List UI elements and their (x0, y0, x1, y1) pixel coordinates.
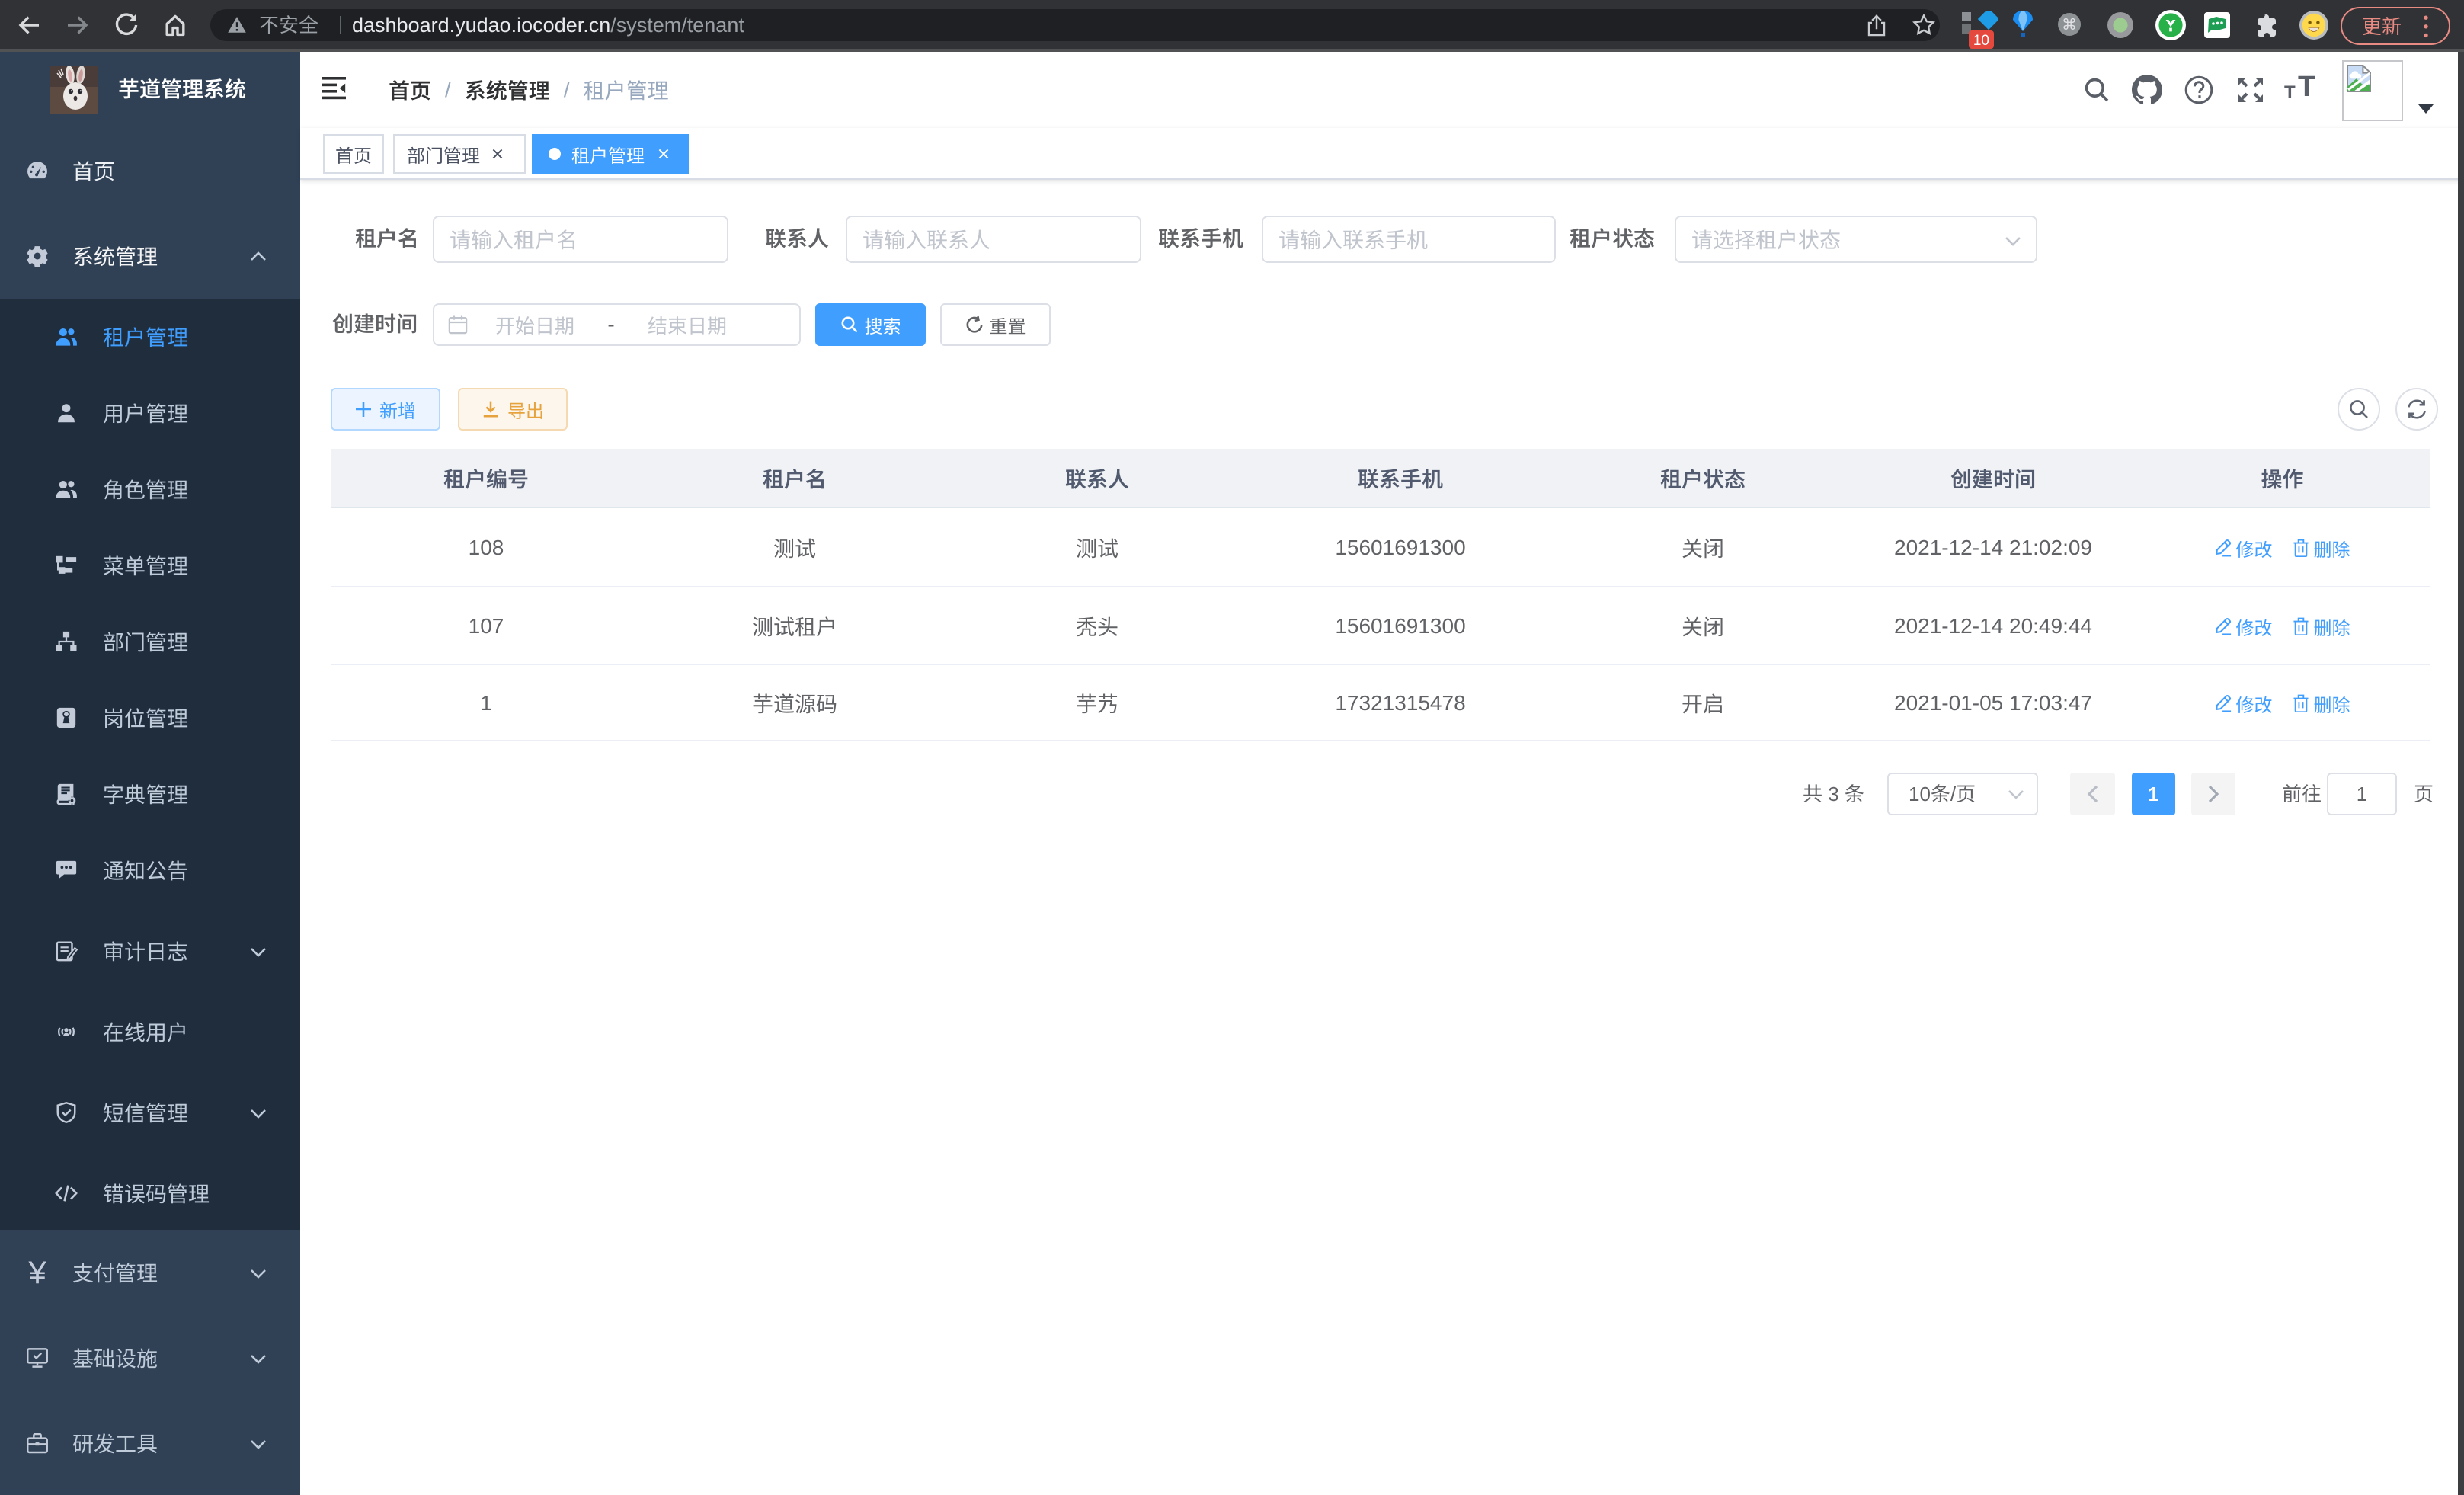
svg-text:10: 10 (1973, 33, 1989, 49)
svg-text:⌘: ⌘ (2062, 17, 2077, 34)
